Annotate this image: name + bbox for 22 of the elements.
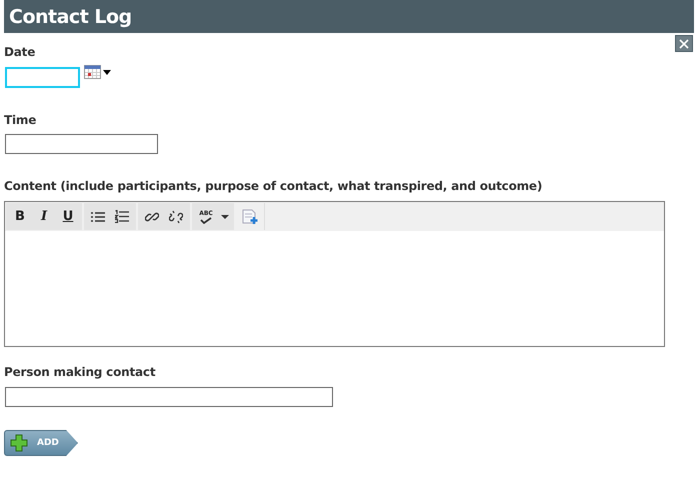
close-icon (679, 38, 689, 48)
underline-button[interactable]: U (56, 204, 80, 228)
text-field[interactable] (5, 387, 333, 407)
close-button[interactable] (675, 35, 693, 52)
date-field[interactable] (5, 67, 80, 88)
bold-button[interactable]: B (8, 204, 32, 228)
text-field[interactable] (5, 134, 158, 154)
italic-button[interactable]: I (32, 204, 56, 228)
field-label: Person making contact (4, 365, 156, 379)
bulleted-list-icon (91, 210, 105, 222)
chain-link-icon (145, 210, 159, 224)
document-plus-icon (242, 208, 258, 224)
field-label: Date (4, 45, 36, 59)
plus-icon (10, 434, 28, 452)
numbered-list-icon (115, 210, 129, 223)
checkmark-icon (200, 216, 212, 224)
caret-icon (221, 214, 229, 218)
window-title: Contact Log (9, 6, 132, 28)
field-label: Content (include participants, purpose of contact, what transpired, and outcome) (4, 179, 542, 193)
field-label: Time (4, 113, 36, 127)
calendar-icon (84, 65, 112, 79)
calendar-button[interactable] (84, 65, 112, 82)
